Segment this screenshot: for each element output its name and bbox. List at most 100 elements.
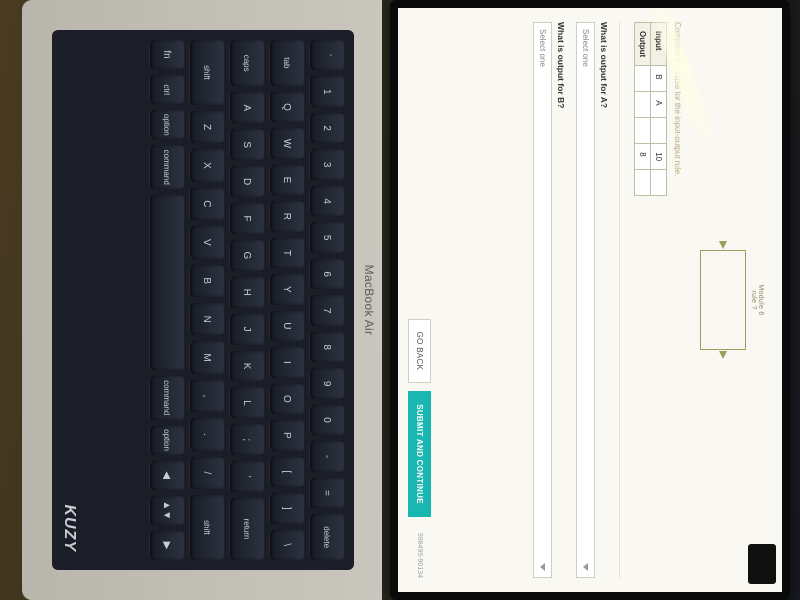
rule-label: rule ? <box>750 22 757 578</box>
key: option <box>150 426 184 455</box>
cell[interactable] <box>635 66 651 92</box>
photo-stage: Module 6 rule ? Complete the table for t… <box>0 0 800 600</box>
footer-bar: GO BACK SUBMIT AND CONTINUE 998495-90134 <box>408 22 431 578</box>
key: Z <box>190 111 224 143</box>
arrow-in-icon <box>719 241 727 249</box>
question-b: What is output for B? Select one <box>533 22 566 578</box>
key: O <box>270 384 304 414</box>
submit-continue-button[interactable]: SUBMIT AND CONTINUE <box>408 391 431 517</box>
key: 8 <box>310 332 344 362</box>
key: E <box>270 165 304 195</box>
cell[interactable] <box>651 170 667 196</box>
key: 7 <box>310 295 344 325</box>
cell[interactable] <box>635 92 651 118</box>
key: . <box>190 418 224 450</box>
key: 6 <box>310 259 344 289</box>
key: 1 <box>310 76 344 106</box>
keyboard-deck: MacBook Air `1234567890-=delete tabQWERT… <box>22 0 382 600</box>
cell[interactable] <box>651 118 667 144</box>
row-label-output: Output <box>635 23 651 66</box>
select-placeholder: Select one <box>581 29 590 67</box>
key-row: tab QWERTYUIOP [] \ <box>270 40 304 560</box>
cell[interactable]: A <box>651 92 667 118</box>
table-row: Input B A 10 <box>651 23 667 196</box>
key: S <box>230 129 264 160</box>
go-back-button[interactable]: GO BACK <box>408 319 431 384</box>
keyboard: `1234567890-=delete tabQWERTYUIOP[]\ cap… <box>52 30 354 570</box>
module-label: Module 6 <box>757 22 764 578</box>
chevron-down-icon <box>540 563 545 571</box>
key: V <box>190 226 224 258</box>
instruction-text: Complete the table for the input-output … <box>673 22 682 578</box>
key: ] <box>270 493 304 523</box>
key: F <box>230 203 264 234</box>
key: H <box>230 277 264 308</box>
keyboard-cover-brand: KUZY <box>60 504 78 552</box>
question-a-select[interactable]: Select one <box>576 22 595 578</box>
key: ▲▼ <box>150 496 184 525</box>
key-row: `1234567890-=delete <box>310 40 344 560</box>
question-b-prompt: What is output for B? <box>556 22 566 578</box>
key: / <box>190 457 224 489</box>
key: N <box>190 303 224 335</box>
key: , <box>190 380 224 412</box>
key: A <box>230 92 264 123</box>
key: ▶ <box>150 531 184 560</box>
question-b-select[interactable]: Select one <box>533 22 552 578</box>
cell[interactable]: 8 <box>635 144 651 170</box>
key: P <box>270 420 304 450</box>
key: 3 <box>310 149 344 179</box>
key: return <box>230 498 264 560</box>
table-row: Output 8 <box>635 23 651 196</box>
cell[interactable]: 10 <box>651 144 667 170</box>
divider <box>619 22 620 578</box>
key: X <box>190 149 224 181</box>
key: delete <box>310 514 344 560</box>
laptop: Module 6 rule ? Complete the table for t… <box>10 0 790 600</box>
screen-content: Module 6 rule ? Complete the table for t… <box>398 8 782 592</box>
question-a: What is output for A? Select one <box>576 22 609 578</box>
key-row: capsASDFGHJKL;'return <box>230 40 264 560</box>
cell[interactable] <box>635 170 651 196</box>
question-a-prompt: What is output for A? <box>599 22 609 578</box>
key: M <box>190 341 224 373</box>
key: J <box>230 314 264 345</box>
chevron-down-icon <box>583 563 588 571</box>
key: L <box>230 387 264 418</box>
key: U <box>270 311 304 341</box>
key: \ <box>270 530 304 560</box>
key: Q <box>270 92 304 122</box>
key: C <box>190 188 224 220</box>
key: command <box>150 376 184 420</box>
cell[interactable] <box>635 118 651 144</box>
key: - <box>310 441 344 471</box>
key: G <box>230 240 264 271</box>
header-thumbnail <box>748 544 776 584</box>
key-row: shiftZXCVBNM,./shift <box>190 40 224 560</box>
row-label-input: Input <box>651 23 667 66</box>
key: caps <box>230 40 264 86</box>
key: I <box>270 347 304 377</box>
key: shift <box>190 495 224 560</box>
record-id: 998495-90134 <box>416 533 423 578</box>
key: R <box>270 201 304 231</box>
key: ' <box>230 461 264 492</box>
device-brand: MacBook Air <box>362 265 376 336</box>
key: ; <box>230 424 264 455</box>
key: fn <box>150 40 184 69</box>
key: 0 <box>310 405 344 435</box>
key: ctrl <box>150 75 184 104</box>
key: Y <box>270 274 304 304</box>
key: K <box>230 351 264 382</box>
key: 2 <box>310 113 344 143</box>
cell[interactable]: B <box>651 66 667 92</box>
key: W <box>270 128 304 158</box>
key: 5 <box>310 222 344 252</box>
key: T <box>270 238 304 268</box>
key: [ <box>270 457 304 487</box>
key: = <box>310 478 344 508</box>
key: tab <box>270 40 304 86</box>
key: option <box>150 110 184 139</box>
key: B <box>190 265 224 297</box>
rule-box <box>700 250 746 350</box>
